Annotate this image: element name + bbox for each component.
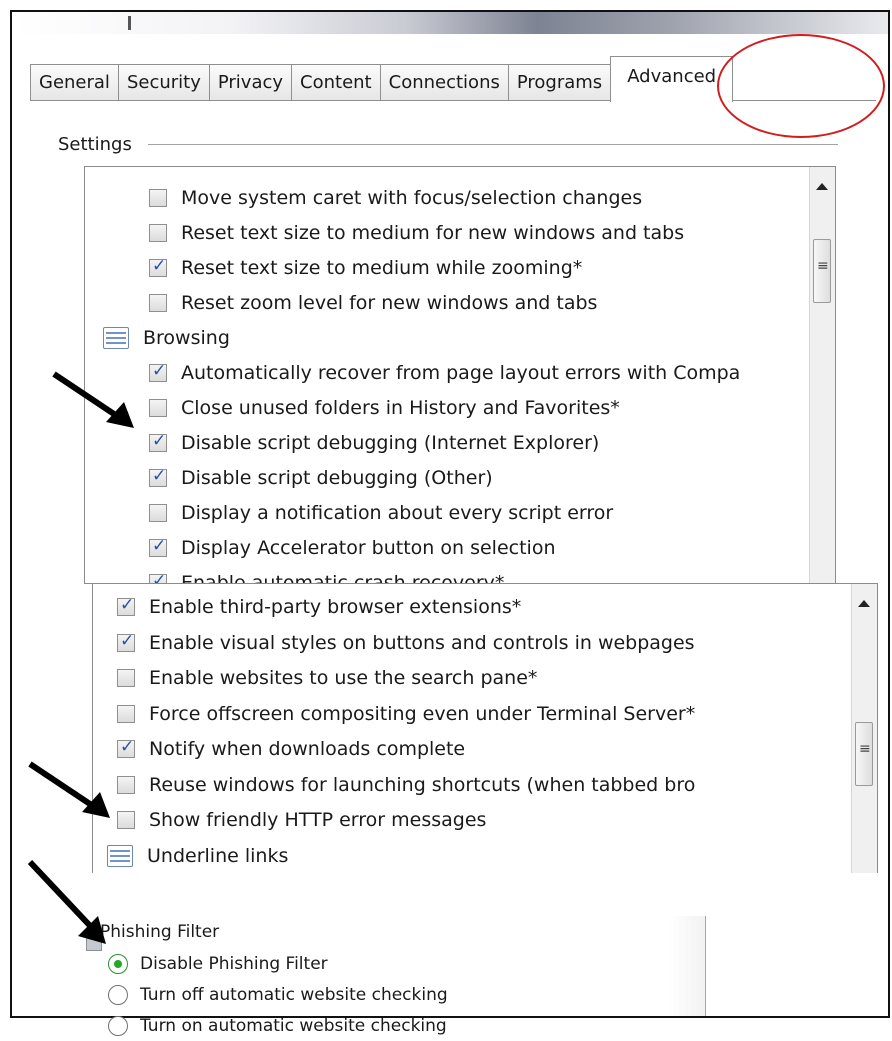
checkbox-unchecked[interactable] — [149, 294, 167, 312]
panel-shade — [668, 916, 705, 1016]
setting-row[interactable]: Force offscreen compositing even under T… — [117, 697, 695, 731]
setting-label: Reuse windows for launching shortcuts (w… — [149, 773, 696, 796]
setting-row[interactable]: Display a notification about every scrip… — [149, 496, 613, 530]
setting-label: Move system caret with focus/selection c… — [181, 187, 643, 209]
scrollbar[interactable] — [851, 584, 877, 873]
category-underline-links[interactable]: Underline links — [107, 839, 288, 873]
scroll-thumb[interactable] — [855, 722, 873, 786]
setting-row[interactable]: Disable script debugging (Other) — [149, 461, 493, 495]
scroll-up-arrow-icon[interactable] — [858, 600, 870, 607]
setting-row[interactable]: Enable third-party browser extensions* — [117, 590, 521, 624]
checkbox-checked[interactable] — [149, 466, 167, 487]
setting-row[interactable]: Reset zoom level for new windows and tab… — [149, 286, 597, 320]
scrollbar-1[interactable] — [809, 167, 835, 583]
setting-row[interactable]: Automatically recover from page layout e… — [149, 356, 740, 390]
setting-row[interactable]: Enable visual styles on buttons and cont… — [117, 626, 695, 660]
setting-label: Display Accelerator button on selection — [181, 537, 556, 559]
settings-list-1[interactable]: Move system caret with focus/selection c… — [84, 166, 836, 584]
setting-label: Reset text size to medium while zooming* — [181, 257, 583, 279]
setting-row[interactable]: Enable websites to use the search pane* — [117, 661, 537, 695]
setting-row[interactable]: Enable automatic crash recovery* — [149, 566, 504, 583]
settings-divider — [148, 144, 838, 145]
setting-label: Disable script debugging (Internet Explo… — [181, 432, 600, 454]
setting-row[interactable]: Display Accelerator button on selection — [149, 531, 555, 565]
checkbox-checked[interactable] — [149, 256, 167, 277]
setting-label: Underline links — [147, 844, 289, 867]
radio-unselected[interactable] — [108, 985, 128, 1005]
phishing-option-disable-phishing-filter[interactable]: Disable Phishing Filter — [108, 949, 328, 979]
tab-connections[interactable]: Connections — [379, 64, 509, 100]
checkbox-unchecked[interactable] — [117, 669, 135, 687]
checkbox-checked[interactable] — [117, 631, 135, 652]
setting-row[interactable]: Close unused folders in History and Favo… — [149, 391, 620, 425]
radio-unselected[interactable] — [108, 1016, 128, 1036]
phishing-option-label: Turn off automatic website checking — [140, 985, 448, 1005]
checkbox-unchecked[interactable] — [149, 189, 167, 207]
tab-security[interactable]: Security — [117, 64, 210, 100]
setting-row[interactable]: Reset text size to medium for new window… — [149, 216, 684, 250]
setting-row[interactable]: Disable script debugging (Internet Explo… — [149, 426, 599, 460]
tab-privacy[interactable]: Privacy — [208, 64, 293, 100]
setting-label: Enable third-party browser extensions* — [149, 596, 522, 618]
checkbox-checked[interactable] — [117, 595, 135, 616]
phishing-option-turn-on-automatic-website-checking[interactable]: Turn on automatic website checking — [108, 1011, 447, 1041]
highlight-circle — [717, 34, 885, 138]
setting-label: Reset text size to medium for new window… — [181, 222, 685, 244]
setting-row[interactable]: Reuse windows for launching shortcuts (w… — [117, 768, 695, 802]
setting-label: Browsing — [143, 327, 230, 349]
radio-selected[interactable] — [108, 954, 128, 974]
setting-row[interactable]: Reset text size to medium while zooming* — [149, 251, 582, 285]
setting-label: Close unused folders in History and Favo… — [181, 397, 620, 419]
scroll-thumb[interactable] — [813, 239, 831, 303]
setting-label: Enable websites to use the search pane* — [149, 667, 538, 689]
checkbox-checked[interactable] — [149, 361, 167, 382]
setting-label: Reset zoom level for new windows and tab… — [181, 292, 598, 314]
setting-row[interactable]: Move system caret with focus/selection c… — [149, 181, 642, 215]
checkbox-checked[interactable] — [149, 536, 167, 557]
setting-label: Display a notification about every scrip… — [181, 502, 614, 524]
checkbox-checked[interactable] — [117, 737, 135, 758]
setting-label: Notify when downloads complete — [149, 738, 466, 760]
setting-label: Show friendly HTTP error messages — [149, 809, 487, 831]
category-folder-icon — [103, 327, 129, 349]
tab-content[interactable]: Content — [291, 64, 381, 100]
checkbox-unchecked[interactable] — [149, 224, 167, 242]
indicator-arrow-icon — [27, 859, 106, 944]
settings-list-2-body[interactable]: Enable third-party browser extensions* En… — [92, 583, 878, 873]
phishing-option-label: Disable Phishing Filter — [140, 954, 328, 974]
tab-strip: General Security Privacy Content Connect… — [30, 56, 734, 102]
category-browsing[interactable]: Browsing — [103, 321, 230, 355]
setting-label: Force offscreen compositing even under T… — [149, 702, 696, 725]
indicator-arrow-icon — [28, 761, 110, 818]
settings-group-label: Settings — [58, 134, 132, 155]
scroll-up-arrow-icon[interactable] — [816, 183, 828, 190]
checkbox-unchecked[interactable] — [149, 504, 167, 522]
indicator-arrow-icon — [52, 371, 134, 428]
window-titlebar — [12, 12, 888, 34]
setting-row[interactable]: Show friendly HTTP error messages — [117, 803, 486, 837]
tab-advanced[interactable]: Advanced — [610, 56, 734, 102]
phishing-option-label: Turn on automatic website checking — [140, 1016, 447, 1036]
checkbox-checked[interactable] — [149, 431, 167, 452]
setting-row[interactable]: Notify when downloads complete — [117, 732, 465, 766]
setting-label: Automatically recover from page layout e… — [181, 362, 741, 384]
setting-label: Enable visual styles on buttons and cont… — [149, 631, 695, 654]
phishing-option-turn-off-automatic-website-checking[interactable]: Turn off automatic website checking — [108, 980, 448, 1010]
titlebar-fragment — [128, 16, 131, 30]
checkbox-unchecked[interactable] — [117, 704, 135, 723]
tab-general[interactable]: General — [30, 64, 119, 100]
panel-divider — [705, 916, 706, 1016]
tab-programs[interactable]: Programs — [507, 64, 612, 100]
setting-label: Disable script debugging (Other) — [181, 467, 493, 489]
checkbox-unchecked[interactable] — [149, 399, 167, 417]
